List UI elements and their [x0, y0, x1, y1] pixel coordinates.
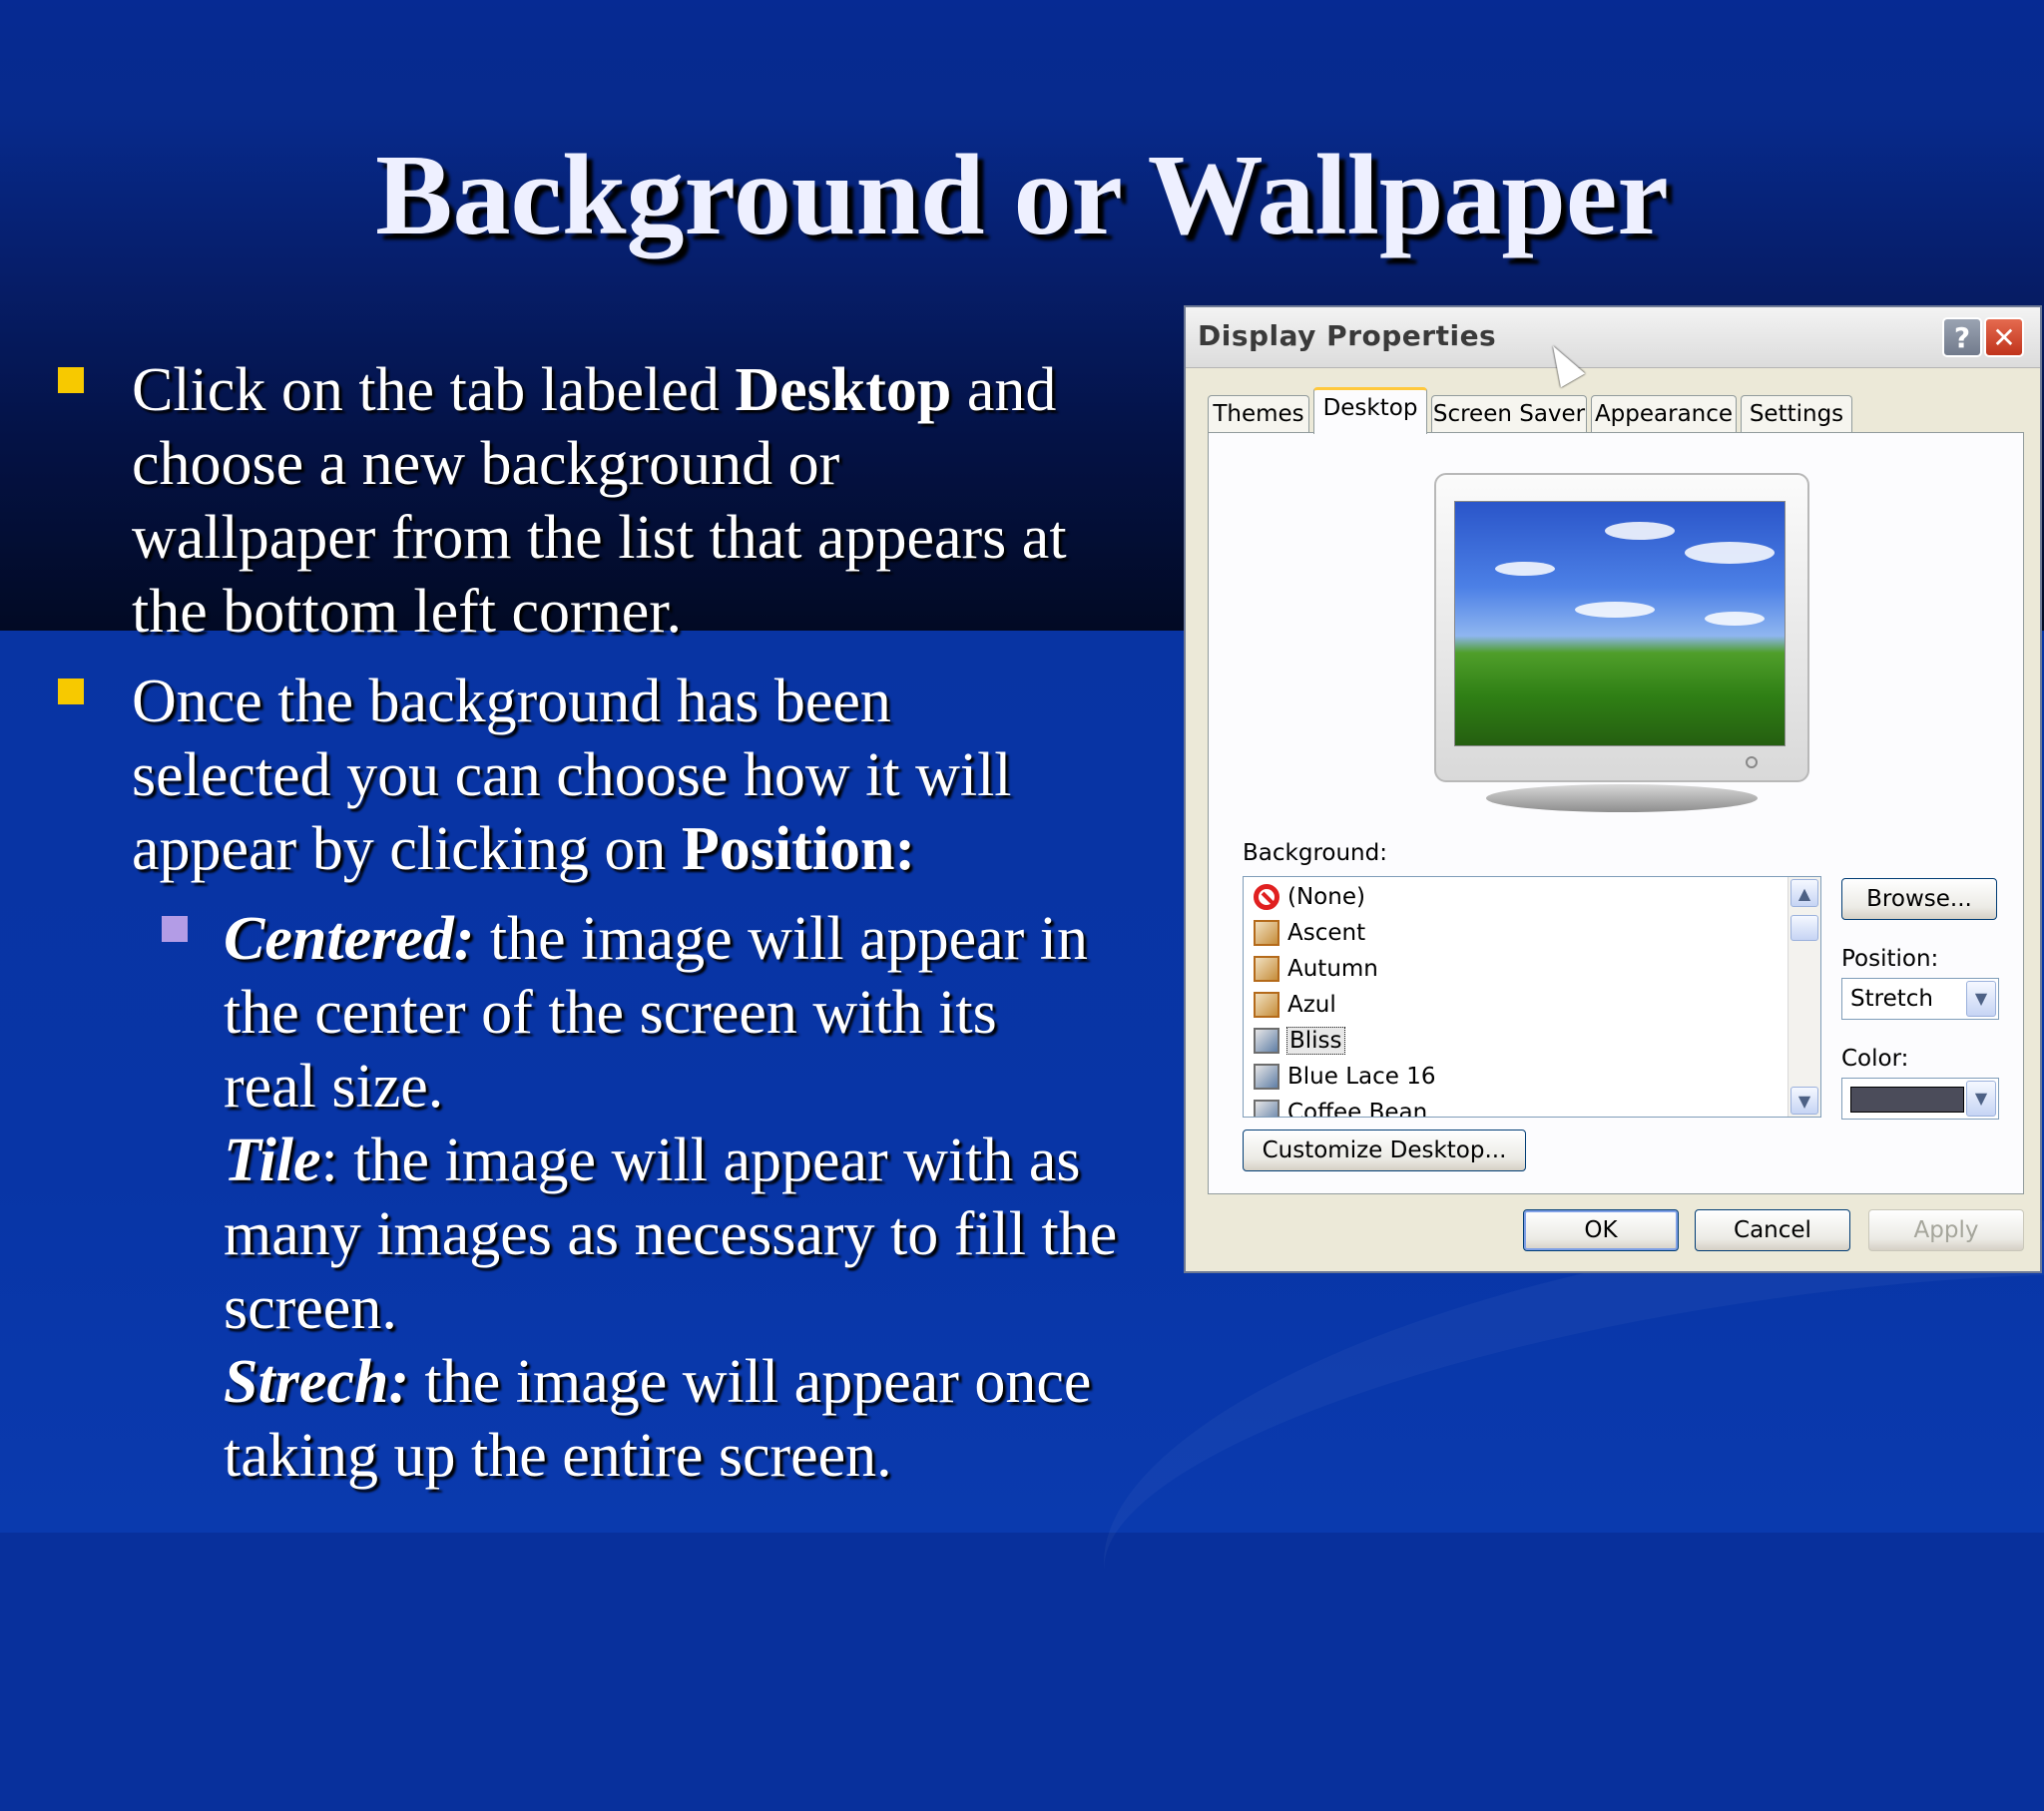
cancel-button[interactable]: Cancel [1695, 1209, 1850, 1251]
dialog-titlebar[interactable]: Display Properties ? ✕ [1186, 307, 2040, 368]
color-picker[interactable]: ▼ [1841, 1078, 1999, 1120]
dialog-title: Display Properties [1198, 319, 1497, 352]
power-led [1746, 756, 1758, 768]
desktop-term: Desktop [735, 356, 952, 424]
display-properties-dialog: Display Properties ? ✕ Themes Desktop Sc… [1184, 305, 2042, 1273]
background-label: Background: [1243, 840, 1387, 866]
chevron-down-icon[interactable]: ▼ [1966, 981, 1996, 1017]
tab-themes[interactable]: Themes [1208, 395, 1309, 433]
monitor-preview [1434, 473, 1809, 782]
color-label: Color: [1841, 1046, 1909, 1072]
list-item[interactable]: Coffee Bean [1254, 1097, 1427, 1117]
tab-settings[interactable]: Settings [1741, 395, 1852, 433]
list-item-selected[interactable]: Bliss [1254, 1025, 1345, 1057]
bitmap-icon [1254, 1100, 1279, 1117]
image-icon [1254, 992, 1279, 1018]
list-item[interactable]: Ascent [1254, 917, 1365, 949]
color-swatch [1850, 1087, 1964, 1113]
tab-desktop[interactable]: Desktop [1313, 387, 1427, 434]
scroll-down-icon[interactable]: ▼ [1790, 1087, 1818, 1115]
stretch-term: Strech: [224, 1348, 409, 1416]
background-list[interactable]: (None) Ascent Autumn Azul Bliss Blue Lac… [1243, 876, 1821, 1118]
chevron-down-icon[interactable]: ▼ [1966, 1081, 1996, 1117]
tab-screen-saver[interactable]: Screen Saver [1431, 395, 1587, 433]
browse-button[interactable]: Browse... [1841, 878, 1997, 920]
desktop-tab-panel: Background: (None) Ascent Autumn Azul Bl… [1208, 432, 2024, 1194]
customize-desktop-button[interactable]: Customize Desktop... [1243, 1130, 1526, 1171]
wallpaper-preview [1454, 501, 1786, 746]
tile-term: Tile [224, 1127, 321, 1194]
bullet-2-text: Once the background has been selected yo… [132, 668, 1012, 883]
help-button[interactable]: ? [1942, 317, 1982, 357]
position-select[interactable]: Stretch ▼ [1841, 978, 1999, 1020]
tab-appearance[interactable]: Appearance [1591, 395, 1737, 433]
bullet-marker [58, 679, 84, 704]
close-button[interactable]: ✕ [1984, 317, 2024, 357]
list-item[interactable]: Azul [1254, 989, 1336, 1021]
list-scrollbar[interactable]: ▲ ▼ [1788, 877, 1820, 1117]
position-label: Position: [1841, 946, 1939, 972]
list-item[interactable]: (None) [1254, 881, 1365, 913]
image-icon [1254, 956, 1279, 982]
ok-button[interactable]: OK [1523, 1209, 1679, 1251]
bullet-marker [58, 367, 84, 393]
bitmap-icon [1254, 1028, 1279, 1054]
image-icon [1254, 920, 1279, 946]
position-term: Position: [681, 815, 916, 883]
monitor-stand [1486, 784, 1758, 812]
sub-bullet-text: Centered: the image will appear in the c… [224, 905, 1118, 1490]
list-item[interactable]: Blue Lace 16 [1254, 1061, 1436, 1093]
bullet-1-text: Click on the tab labeled Desktop and cho… [132, 356, 1067, 646]
position-value: Stretch [1850, 986, 1933, 1012]
apply-button[interactable]: Apply [1868, 1209, 2024, 1251]
scroll-thumb[interactable] [1790, 915, 1818, 941]
list-item[interactable]: Autumn [1254, 953, 1378, 985]
slide-title: Background or Wallpaper [375, 132, 1669, 259]
scroll-up-icon[interactable]: ▲ [1790, 879, 1818, 907]
sub-bullet-marker [162, 916, 188, 942]
none-icon [1254, 884, 1279, 910]
centered-term: Centered: [224, 905, 475, 973]
bitmap-icon [1254, 1064, 1279, 1090]
